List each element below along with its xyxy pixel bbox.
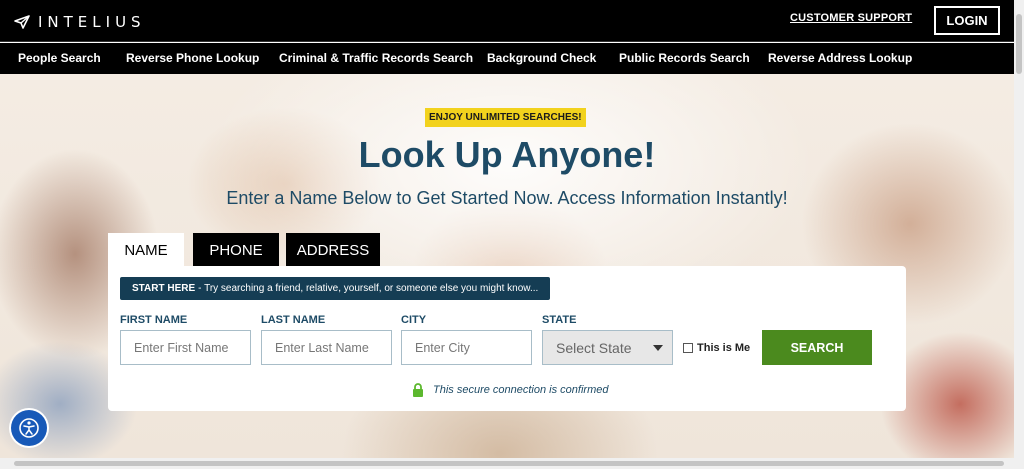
secure-connection-text: This secure connection is confirmed (433, 384, 609, 396)
nav-item-people-search[interactable]: People Search (18, 51, 101, 65)
customer-support-link[interactable]: CUSTOMER SUPPORT (790, 12, 912, 24)
logo-text: INTELIUS (38, 13, 146, 31)
paper-plane-icon (14, 15, 30, 29)
nav-item-background-check[interactable]: Background Check (487, 51, 596, 65)
city-label: CITY (401, 314, 427, 326)
chevron-down-icon (653, 345, 663, 351)
page-title: Look Up Anyone! (358, 134, 656, 175)
this-is-me-option[interactable]: This is Me (683, 342, 750, 354)
last-name-field[interactable]: Enter Last Name (261, 330, 392, 365)
nav-item-criminal-traffic-records[interactable]: Criminal & Traffic Records Search (279, 51, 473, 65)
tab-name[interactable]: NAME (108, 233, 184, 267)
accessibility-icon (19, 418, 39, 438)
state-select[interactable]: Select State (542, 330, 673, 365)
state-label: STATE (542, 314, 577, 326)
page-subtitle: Enter a Name Below to Get Started Now. A… (226, 188, 788, 208)
horizontal-scrollbar[interactable] (0, 458, 1014, 469)
last-name-label: LAST NAME (261, 314, 326, 326)
top-bar: INTELIUS CUSTOMER SUPPORT LOGIN (0, 0, 1014, 42)
vertical-scrollbar[interactable] (1014, 0, 1024, 469)
promo-badge: ENJOY UNLIMITED SEARCHES! (425, 108, 586, 127)
first-name-label: FIRST NAME (120, 314, 188, 326)
accessibility-button[interactable] (11, 410, 47, 446)
main-nav: People Search Reverse Phone Lookup Crimi… (0, 43, 1014, 74)
nav-item-reverse-address-lookup[interactable]: Reverse Address Lookup (768, 51, 912, 65)
tab-phone[interactable]: PHONE (193, 233, 279, 267)
secure-connection-note: This secure connection is confirmed (412, 383, 608, 397)
tab-address[interactable]: ADDRESS (286, 233, 380, 267)
city-field[interactable]: Enter City (401, 330, 532, 365)
hero-section: ENJOY UNLIMITED SEARCHES! Look Up Anyone… (0, 74, 1014, 458)
horizontal-scrollbar-thumb[interactable] (14, 461, 1004, 466)
lock-icon (413, 383, 423, 397)
login-button[interactable]: LOGIN (934, 6, 1000, 35)
tip-text: - Try searching a friend, relative, your… (198, 283, 539, 294)
state-select-value: Select State (556, 339, 632, 356)
tip-heading: START HERE (132, 283, 196, 294)
search-button[interactable]: SEARCH (762, 330, 872, 365)
this-is-me-checkbox[interactable] (683, 343, 693, 353)
vertical-scrollbar-thumb[interactable] (1016, 14, 1022, 74)
search-panel: START HERE - Try searching a friend, rel… (108, 266, 906, 411)
site-logo[interactable]: INTELIUS (14, 13, 146, 31)
nav-item-public-records-search[interactable]: Public Records Search (619, 51, 750, 65)
nav-item-reverse-phone-lookup[interactable]: Reverse Phone Lookup (126, 51, 259, 65)
this-is-me-label: This is Me (697, 342, 751, 354)
first-name-field[interactable]: Enter First Name (120, 330, 251, 365)
search-tip: START HERE - Try searching a friend, rel… (120, 277, 551, 300)
